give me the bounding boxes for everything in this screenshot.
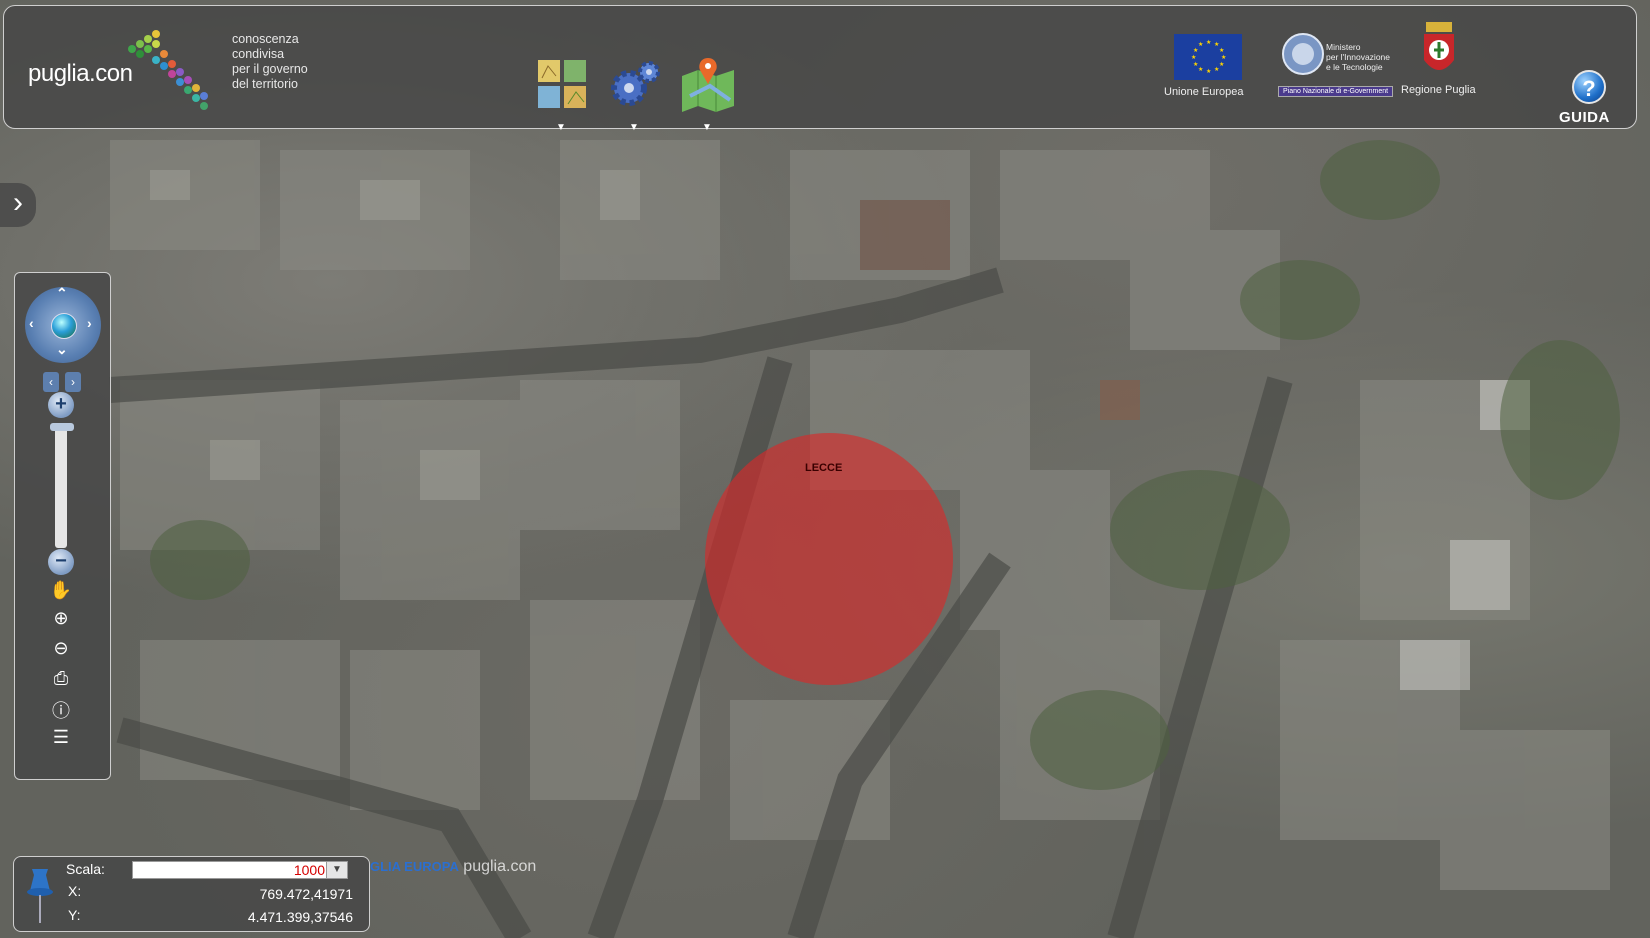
puglia-con-logo-icon bbox=[128, 30, 208, 110]
ministry-caption: Piano Nazionale di e-Government bbox=[1278, 86, 1394, 97]
svg-text:★: ★ bbox=[1214, 66, 1219, 73]
ministry-line: Ministero bbox=[1326, 42, 1361, 52]
chevron-down-icon[interactable]: ▼ bbox=[326, 862, 347, 878]
tagline-line: condivisa bbox=[232, 47, 285, 61]
zoom-in-button[interactable]: + bbox=[48, 392, 74, 418]
hand-pan-icon[interactable]: ✋ bbox=[47, 580, 75, 602]
tool-dropdown-arrow-icon[interactable]: ▼ bbox=[702, 122, 712, 133]
svg-text:★: ★ bbox=[1206, 39, 1211, 46]
tool-dropdown-arrow-icon[interactable]: ▼ bbox=[629, 122, 639, 133]
marker-label: LECCE bbox=[805, 462, 843, 474]
regione-caption: Regione Puglia bbox=[1401, 84, 1476, 96]
eu-stars-icon: ★ ★★ ★★★ ★★★ ★★★ bbox=[1191, 39, 1226, 75]
coordinates-panel: Scala: 1000 ▼ X: 769.472,41971 Y: 4.471.… bbox=[13, 856, 370, 932]
scale-value[interactable]: 1000 bbox=[294, 862, 325, 879]
tagline-line: per il governo bbox=[232, 62, 308, 76]
logo-tagline: conoscenza condivisa per il governo del … bbox=[232, 32, 342, 92]
y-value: 4.471.399,37546 bbox=[247, 909, 353, 925]
zoom-in-box-icon[interactable]: ⊕ bbox=[47, 608, 75, 630]
svg-text:★: ★ bbox=[1221, 54, 1226, 61]
svg-text:★: ★ bbox=[1198, 66, 1203, 73]
footer-logo-eu: GLIA EUROPA bbox=[370, 859, 459, 874]
ministry-line: e le Tecnologie bbox=[1326, 62, 1383, 72]
map-navigation-panel: ⌃ ⌄ ‹ › ‹ › + − ✋ ⊕ ⊖ ⎙ ⓘ ☰ bbox=[14, 272, 111, 780]
pan-left-icon[interactable]: ‹ bbox=[29, 315, 34, 331]
zoom-out-box-icon[interactable]: ⊖ bbox=[47, 638, 75, 660]
pushpin-icon[interactable] bbox=[22, 865, 58, 927]
next-view-icon[interactable]: › bbox=[65, 372, 81, 392]
ministry-text: Ministero per l'Innovazione e le Tecnolo… bbox=[1326, 42, 1390, 72]
svg-text:★: ★ bbox=[1191, 54, 1196, 61]
ministry-emblem-icon bbox=[1282, 33, 1324, 75]
svg-text:★: ★ bbox=[1219, 47, 1224, 54]
pan-up-icon[interactable]: ⌃ bbox=[56, 285, 68, 302]
pan-right-icon[interactable]: › bbox=[87, 315, 92, 331]
print-icon[interactable]: ⎙ bbox=[47, 668, 75, 690]
ministry-line: per l'Innovazione bbox=[1326, 52, 1390, 62]
pan-compass[interactable]: ⌃ ⌄ ‹ › bbox=[25, 285, 101, 363]
x-label: X: bbox=[68, 883, 82, 899]
scale-label: Scala: bbox=[66, 861, 105, 877]
svg-text:★: ★ bbox=[1193, 47, 1198, 54]
legend-list-icon[interactable]: ☰ bbox=[47, 727, 75, 749]
footer-logo-sub: puglia.con bbox=[463, 858, 537, 875]
gears-icon[interactable] bbox=[607, 56, 663, 112]
tagline-line: conoscenza bbox=[232, 32, 299, 46]
tool-dropdown-arrow-icon[interactable]: ▼ bbox=[556, 122, 566, 133]
svg-text:★: ★ bbox=[1193, 61, 1198, 68]
regione-puglia-crest-icon bbox=[1424, 22, 1454, 70]
guida-button[interactable]: GUIDA bbox=[1559, 109, 1610, 126]
tagline-line: del territorio bbox=[232, 77, 298, 91]
map-pin-icon[interactable] bbox=[680, 56, 736, 112]
zoom-slider-handle[interactable] bbox=[50, 423, 74, 431]
globe-icon[interactable] bbox=[51, 313, 77, 339]
svg-text:★: ★ bbox=[1219, 61, 1224, 68]
zoom-slider[interactable] bbox=[55, 428, 67, 548]
eu-caption: Unione Europea bbox=[1164, 86, 1244, 98]
scale-select[interactable]: 1000 ▼ bbox=[132, 861, 348, 879]
info-icon[interactable]: ⓘ bbox=[47, 697, 75, 721]
layers-grid-icon[interactable] bbox=[534, 56, 590, 112]
footer-logo: GLIA EUROPA puglia.con bbox=[370, 858, 536, 876]
svg-text:★: ★ bbox=[1198, 41, 1203, 48]
zoom-out-button[interactable]: − bbox=[48, 549, 74, 575]
chevron-right-icon: › bbox=[13, 186, 23, 219]
eu-flag-icon: ★ ★ ★ ★ ★ ★ ★ ★ ★ ★ ★ ★ bbox=[1174, 34, 1242, 80]
side-panel-expand-button[interactable]: › bbox=[0, 183, 36, 227]
y-label: Y: bbox=[68, 907, 81, 923]
header-bar: puglia.con conoscenza condivisa per il g… bbox=[3, 5, 1637, 133]
logo-name: puglia.con bbox=[28, 60, 133, 87]
help-icon[interactable]: ? bbox=[1572, 70, 1606, 104]
previous-view-icon[interactable]: ‹ bbox=[43, 372, 59, 392]
x-value: 769.472,41971 bbox=[259, 886, 353, 902]
pan-down-icon[interactable]: ⌄ bbox=[56, 341, 68, 358]
svg-text:★: ★ bbox=[1206, 68, 1211, 75]
